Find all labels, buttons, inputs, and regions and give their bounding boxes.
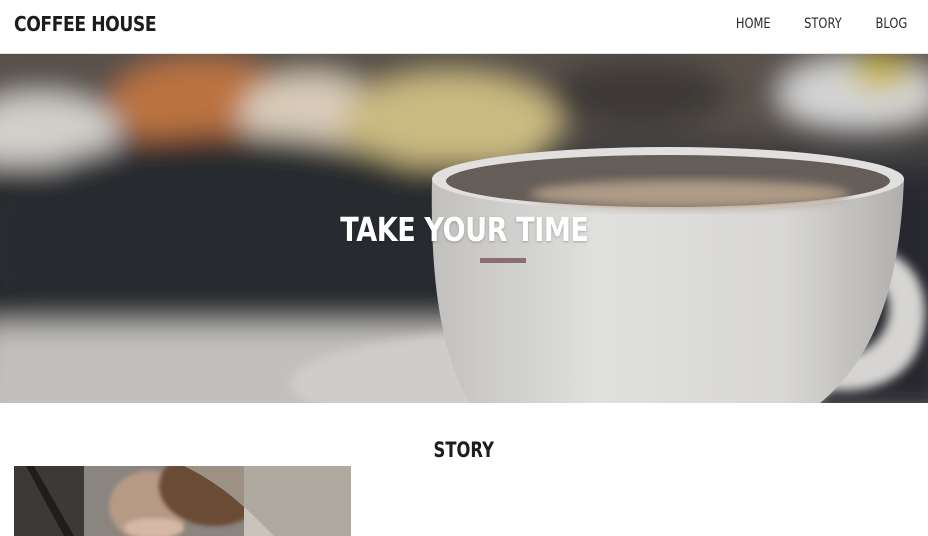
hero-title-text: TAKE YOUR TIME <box>339 210 589 249</box>
nav-blog[interactable]: BLOG <box>876 16 908 32</box>
nav-story[interactable]: STORY <box>805 16 843 32</box>
top-navbar: COFFEE HOUSE HOME STORY BLOG <box>0 0 928 54</box>
nav-home[interactable]: HOME <box>736 16 771 32</box>
hero-title: TAKE YOUR TIME <box>0 210 928 249</box>
story-photo-art <box>14 466 351 536</box>
hero-banner: TAKE YOUR TIME <box>0 54 928 403</box>
story-section-title: STORY <box>0 438 928 462</box>
main-nav: HOME STORY BLOG <box>732 16 911 32</box>
story-photo <box>14 466 351 536</box>
hero-divider <box>480 258 526 263</box>
brand-logo[interactable]: COFFEE HOUSE <box>14 12 157 36</box>
story-heading-text: STORY <box>433 438 495 462</box>
